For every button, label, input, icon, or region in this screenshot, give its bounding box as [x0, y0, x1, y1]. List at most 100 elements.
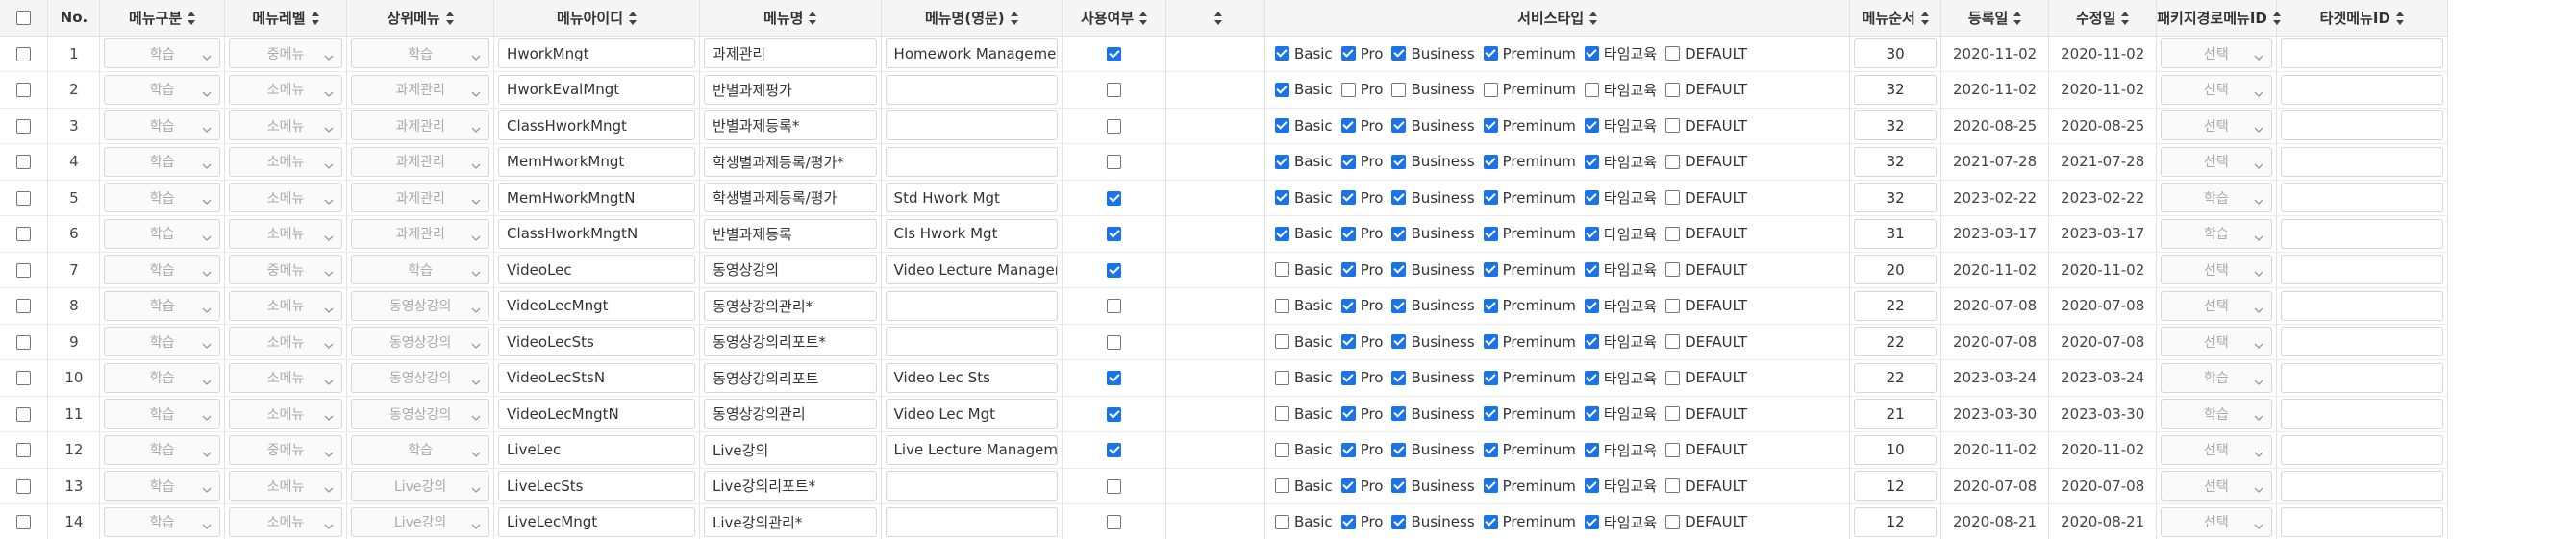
- service-business-checkbox[interactable]: [1391, 406, 1407, 422]
- table-row[interactable]: 3 학습 소메뉴 과제관리 ClassHworkMngt 반별과제등록* Basic Pro B…: [0, 108, 2449, 144]
- parent-menu-select[interactable]: 과제관리: [351, 110, 490, 141]
- service-preminum-checkbox[interactable]: [1483, 514, 1498, 529]
- use-yn-checkbox[interactable]: [1107, 406, 1122, 422]
- service-business-option[interactable]: Business: [1391, 189, 1475, 207]
- service-business-option[interactable]: Business: [1391, 333, 1475, 351]
- service-pro-option[interactable]: Pro: [1340, 117, 1383, 135]
- service-preminum-option[interactable]: Preminum: [1483, 297, 1576, 314]
- service-business-option[interactable]: Business: [1391, 45, 1475, 62]
- service-default-checkbox[interactable]: [1665, 370, 1681, 385]
- service-preminum-option[interactable]: Preminum: [1483, 478, 1576, 495]
- service-basic-option[interactable]: Basic: [1274, 261, 1333, 279]
- table-row[interactable]: 10 학습 소메뉴 동영상강의 VideoLecStsN 동영상강의리포트 Video Le…: [0, 359, 2449, 396]
- service-time-edu-option[interactable]: 타임교육: [1584, 187, 1657, 208]
- service-time-edu-checkbox[interactable]: [1584, 514, 1599, 529]
- service-business-option[interactable]: Business: [1391, 405, 1475, 423]
- service-time-edu-option[interactable]: 타임교육: [1584, 224, 1657, 244]
- menu-id-input[interactable]: LiveLecSts: [498, 471, 696, 502]
- pkg-path-menu-select[interactable]: 학습: [2161, 399, 2272, 429]
- menu-order-input[interactable]: 32: [1854, 146, 1938, 177]
- menu-order-input[interactable]: 20: [1854, 255, 1938, 285]
- col-reg-date[interactable]: 등록일: [1940, 0, 2050, 37]
- table-row[interactable]: 9 학습 소메뉴 동영상강의 VideoLecSts 동영상강의리포트* Basic Pro B…: [0, 324, 2449, 360]
- service-default-option[interactable]: DEFAULT: [1665, 369, 1747, 386]
- service-time-edu-checkbox[interactable]: [1584, 46, 1599, 61]
- service-default-option[interactable]: DEFAULT: [1665, 297, 1747, 314]
- service-basic-option[interactable]: Basic: [1274, 297, 1333, 314]
- menu-type-select[interactable]: 학습: [104, 110, 220, 141]
- service-time-edu-option[interactable]: 타임교육: [1584, 440, 1657, 460]
- service-pro-option[interactable]: Pro: [1340, 513, 1383, 530]
- menu-name-input[interactable]: 학생별과제등록/평가*: [704, 146, 877, 177]
- sort-icon[interactable]: [629, 12, 638, 26]
- menu-id-input[interactable]: VideoLecMngt: [498, 290, 696, 321]
- menu-name-input[interactable]: Live강의: [704, 434, 877, 465]
- col-target-menu-id[interactable]: 타겟메뉴ID: [2276, 0, 2449, 37]
- pkg-path-menu-select[interactable]: 학습: [2161, 183, 2272, 213]
- parent-menu-select[interactable]: 동영상강의: [351, 290, 490, 321]
- service-pro-option[interactable]: Pro: [1340, 153, 1383, 170]
- pkg-path-menu-select[interactable]: 선택: [2161, 506, 2272, 537]
- use-yn-checkbox[interactable]: [1107, 46, 1122, 61]
- menu-level-select[interactable]: 소메뉴: [228, 146, 343, 177]
- service-time-edu-option[interactable]: 타임교육: [1584, 80, 1657, 100]
- service-time-edu-checkbox[interactable]: [1584, 406, 1599, 422]
- row-checkbox[interactable]: [16, 262, 32, 278]
- service-time-edu-option[interactable]: 타임교육: [1584, 259, 1657, 280]
- col-service-type[interactable]: 서비스타입: [1264, 0, 1851, 37]
- menu-order-input[interactable]: 30: [1854, 38, 1938, 69]
- service-pro-option[interactable]: Pro: [1340, 45, 1383, 62]
- col-menu-order[interactable]: 메뉴순서: [1849, 0, 1942, 37]
- row-checkbox[interactable]: [16, 334, 32, 350]
- service-time-edu-option[interactable]: 타임교육: [1584, 404, 1657, 424]
- row-checkbox[interactable]: [16, 406, 32, 422]
- service-pro-option[interactable]: Pro: [1340, 405, 1383, 423]
- service-basic-option[interactable]: Basic: [1274, 369, 1333, 386]
- service-pro-checkbox[interactable]: [1340, 406, 1356, 422]
- service-default-checkbox[interactable]: [1665, 190, 1681, 206]
- menu-name-input[interactable]: 동영상강의: [704, 255, 877, 285]
- menu-level-select[interactable]: 소메뉴: [228, 327, 343, 357]
- service-default-option[interactable]: DEFAULT: [1665, 261, 1747, 279]
- menu-name-en-input[interactable]: Cls Hwork Mgt: [885, 218, 1059, 249]
- menu-type-select[interactable]: 학습: [104, 183, 220, 213]
- menu-type-select[interactable]: 학습: [104, 362, 220, 393]
- service-preminum-option[interactable]: Preminum: [1483, 189, 1576, 207]
- service-pro-checkbox[interactable]: [1340, 514, 1356, 529]
- service-preminum-option[interactable]: Preminum: [1483, 405, 1576, 423]
- service-basic-checkbox[interactable]: [1274, 154, 1289, 169]
- parent-menu-select[interactable]: 학습: [351, 38, 490, 69]
- sort-icon[interactable]: [1010, 12, 1018, 26]
- sort-icon[interactable]: [2121, 12, 2130, 26]
- menu-id-input[interactable]: VideoLec: [498, 255, 696, 285]
- sort-icon[interactable]: [188, 12, 196, 26]
- use-yn-checkbox[interactable]: [1107, 443, 1122, 458]
- menu-name-en-input[interactable]: Video Lec Sts: [885, 362, 1059, 393]
- parent-menu-select[interactable]: 과제관리: [351, 74, 490, 105]
- sort-icon[interactable]: [1139, 12, 1148, 26]
- sort-icon[interactable]: [1589, 12, 1598, 26]
- service-basic-checkbox[interactable]: [1274, 478, 1289, 494]
- service-pro-checkbox[interactable]: [1340, 478, 1356, 494]
- service-default-checkbox[interactable]: [1665, 334, 1681, 350]
- use-yn-checkbox[interactable]: [1107, 515, 1122, 530]
- service-time-edu-option[interactable]: 타임교육: [1584, 476, 1657, 496]
- service-business-checkbox[interactable]: [1391, 190, 1407, 206]
- row-checkbox[interactable]: [16, 46, 32, 61]
- service-preminum-checkbox[interactable]: [1483, 190, 1498, 206]
- service-business-checkbox[interactable]: [1391, 118, 1407, 134]
- col-menu-name[interactable]: 메뉴명: [699, 0, 882, 37]
- menu-name-input[interactable]: 학생별과제등록/평가: [704, 183, 877, 213]
- service-business-option[interactable]: Business: [1391, 225, 1475, 242]
- service-business-option[interactable]: Business: [1391, 441, 1475, 458]
- pkg-path-menu-select[interactable]: 학습: [2161, 218, 2272, 249]
- service-preminum-option[interactable]: Preminum: [1483, 225, 1576, 242]
- pkg-path-menu-select[interactable]: 선택: [2161, 146, 2272, 177]
- service-preminum-checkbox[interactable]: [1483, 370, 1498, 385]
- service-basic-checkbox[interactable]: [1274, 514, 1289, 529]
- use-yn-checkbox[interactable]: [1107, 371, 1122, 386]
- service-preminum-option[interactable]: Preminum: [1483, 261, 1576, 279]
- service-default-checkbox[interactable]: [1665, 514, 1681, 529]
- target-menu-id-input[interactable]: [2280, 434, 2443, 465]
- menu-order-input[interactable]: 32: [1854, 183, 1938, 213]
